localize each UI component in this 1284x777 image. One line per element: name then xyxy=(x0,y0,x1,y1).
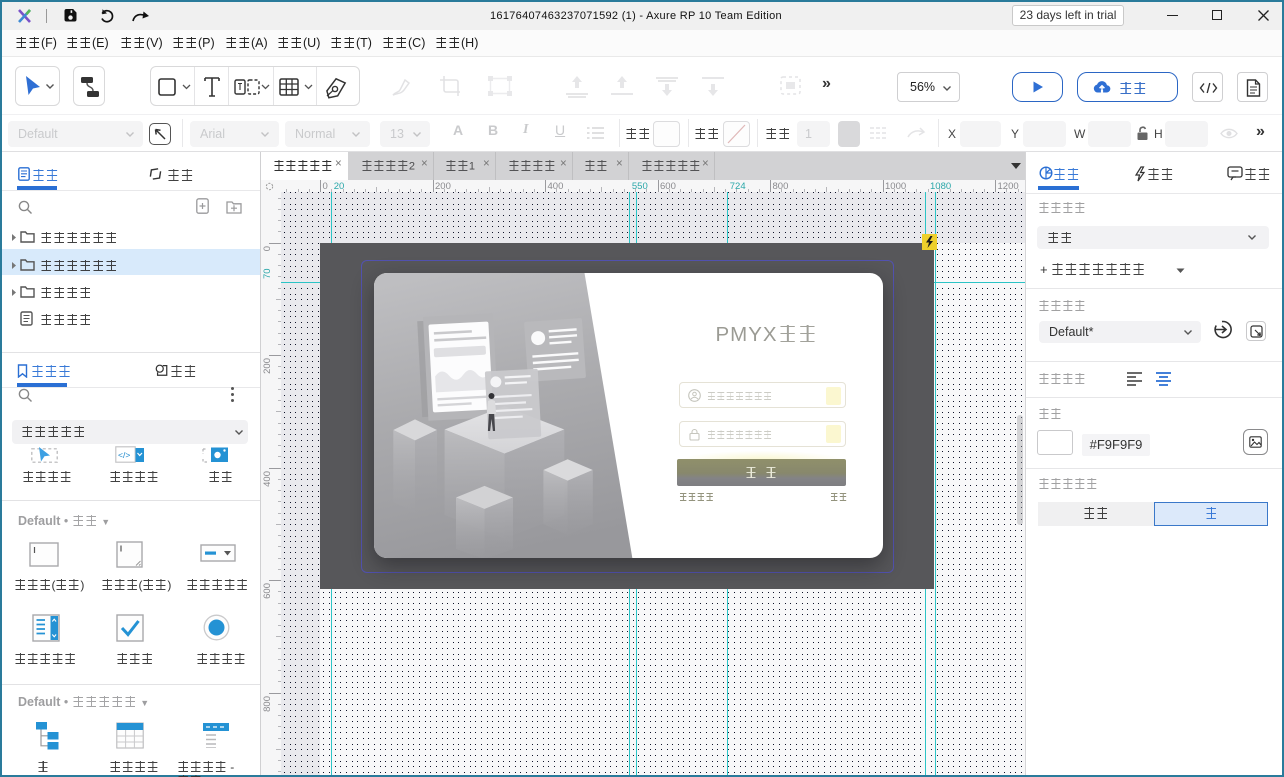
svg-text:</>: </> xyxy=(118,450,130,460)
